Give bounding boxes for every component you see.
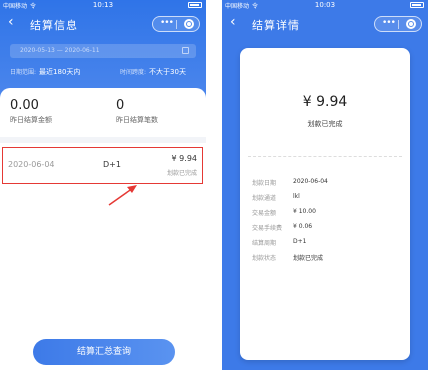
summary-card: 0.00 昨日结算金额 0 昨日结算笔数: [0, 88, 206, 370]
back-icon[interactable]: ‹: [230, 14, 236, 30]
status-time: 10:13: [92, 1, 114, 9]
stat-yesterday-amount: 0.00 昨日结算金额: [10, 98, 52, 125]
detail-key: 交易金额: [252, 210, 277, 217]
stat-label: 昨日结算金额: [10, 116, 52, 124]
stat-yesterday-count: 0 昨日结算笔数: [116, 98, 158, 125]
date-range-input[interactable]: 2020-05-13 — 2020-06-11: [10, 44, 196, 58]
status-bar: 中国移动 令 10:03: [222, 0, 428, 11]
settlement-info-screen: 中国移动 令 10:13 ‹ 结算信息 ••• 2020-05-13 — 202…: [0, 0, 206, 370]
detail-card: ¥ 9.94 划款已完成 划款日期 2020-06-04 划款通道 lkl 交易…: [240, 48, 410, 360]
mini-program-capsule: •••: [374, 16, 422, 32]
dashed-divider: [248, 156, 402, 157]
range-label: 日期范围:: [10, 69, 37, 76]
summary-query-button[interactable]: 结算汇总查询: [33, 339, 175, 365]
more-icon[interactable]: •••: [160, 18, 174, 28]
page-title: 结算详情: [252, 19, 300, 32]
battery-icon: [410, 2, 424, 8]
capsule-divider: [398, 20, 399, 29]
stat-value: 0.00: [10, 98, 39, 113]
nav-bar: ‹ 结算信息 •••: [0, 11, 206, 37]
calendar-icon[interactable]: [182, 47, 189, 54]
stat-value: 0: [116, 98, 125, 113]
detail-key: 划款日期: [252, 180, 277, 187]
date-range-value: 2020-05-13 — 2020-06-11: [20, 47, 100, 54]
range-hint: 日期范围: 最近180天内: [10, 68, 81, 76]
capsule-divider: [176, 20, 177, 29]
row-amount: ¥ 9.94: [171, 154, 197, 163]
span-value: 不大于30天: [149, 68, 186, 76]
more-icon[interactable]: •••: [382, 18, 396, 28]
row-status: 划款已完成: [166, 170, 197, 177]
row-period: D+1: [103, 160, 121, 169]
detail-value: ¥ 0.06: [293, 223, 313, 230]
annotation-arrow-icon: [108, 185, 137, 206]
mini-program-capsule: •••: [152, 16, 200, 32]
detail-key: 结算周期: [252, 240, 277, 247]
detail-amount: ¥ 9.94: [302, 94, 348, 110]
detail-key: 划款状态: [252, 255, 277, 262]
detail-value: lkl: [293, 193, 300, 200]
span-hint: 时间跨度: 不大于30天: [120, 67, 186, 77]
back-icon[interactable]: ‹: [8, 14, 14, 30]
filter-hints: 日期范围: 最近180天内 时间跨度: 不大于30天: [10, 67, 206, 77]
span-label: 时间跨度:: [120, 69, 147, 76]
stat-label: 昨日结算笔数: [116, 116, 158, 124]
detail-value: 划款已完成: [293, 255, 324, 262]
detail-key: 划款通道: [252, 195, 277, 202]
section-divider: [0, 137, 206, 143]
detail-key: 交易手续费: [252, 225, 283, 232]
settlement-row[interactable]: 2020-06-04 D+1 ¥ 9.94 划款已完成: [2, 147, 203, 184]
battery-icon: [188, 2, 202, 8]
status-time: 10:03: [314, 1, 336, 9]
detail-value: 2020-06-04: [293, 178, 328, 185]
detail-value: ¥ 10.00: [293, 208, 316, 215]
page-title: 结算信息: [30, 19, 78, 32]
close-icon[interactable]: [406, 19, 416, 29]
range-value: 最近180天内: [39, 68, 81, 76]
status-bar: 中国移动 令 10:13: [0, 0, 206, 11]
detail-value: D+1: [293, 238, 307, 245]
nav-bar: ‹ 结算详情 •••: [222, 11, 428, 37]
close-icon[interactable]: [184, 19, 194, 29]
row-date: 2020-06-04: [8, 160, 55, 169]
settlement-detail-screen: 中国移动 令 10:03 ‹ 结算详情 ••• ¥ 9.94 划款已完成 划款日…: [222, 0, 428, 370]
detail-amount-status: 划款已完成: [307, 120, 343, 128]
